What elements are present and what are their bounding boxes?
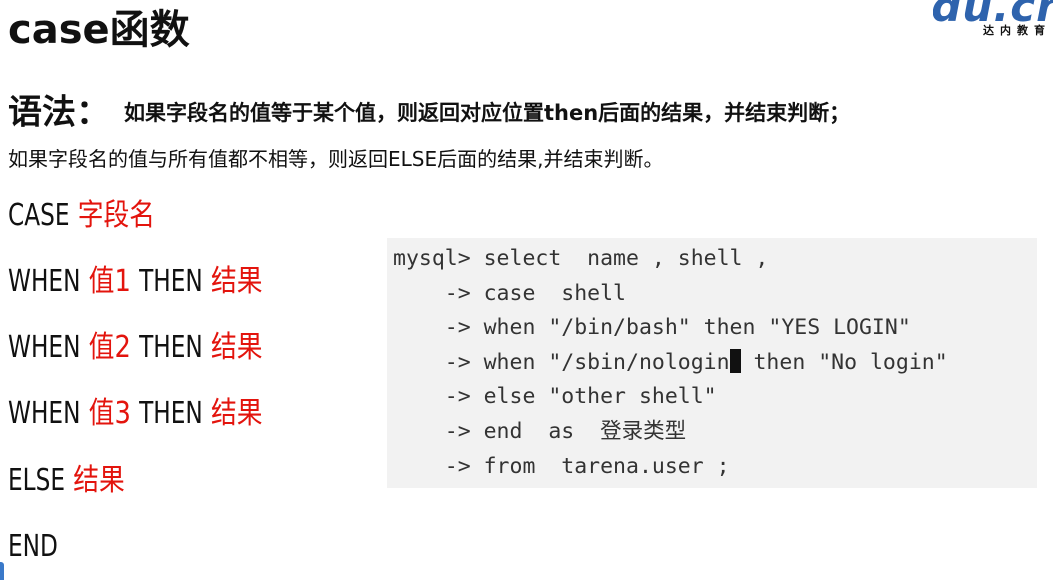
- when-result-2: 结果: [210, 330, 263, 365]
- when-line-1: WHEN 值1 THEN 结果: [8, 262, 263, 302]
- syntax-text-1: 如果字段名的值等于某个值，则返回对应位置then后面的结果，并结束判断；: [124, 100, 851, 125]
- when-result-1: 结果: [210, 264, 263, 299]
- end-keyword: END: [8, 529, 58, 564]
- when-result-3: 结果: [210, 396, 263, 431]
- terminal-line: mysql> select name , shell ,: [393, 246, 769, 271]
- else-result: 结果: [73, 463, 125, 498]
- then-keyword: THEN: [139, 396, 203, 431]
- text-cursor: [729, 348, 741, 373]
- field-name: 字段名: [77, 198, 156, 233]
- mysql-terminal: mysql> select name , shell , -> case she…: [387, 238, 1037, 488]
- when-line-3: WHEN 值3 THEN 结果: [8, 394, 263, 434]
- else-keyword: ELSE: [8, 463, 66, 498]
- terminal-line: -> case shell: [393, 280, 626, 306]
- case-keyword: CASE: [8, 198, 70, 233]
- syntax-label: 语法：: [8, 92, 110, 133]
- when-value-1: 值1: [88, 264, 131, 299]
- terminal-text: then "No login": [740, 349, 948, 375]
- when-value-2: 值2: [88, 330, 131, 365]
- when-line-2: WHEN 值2 THEN 结果: [8, 328, 263, 368]
- when-keyword: WHEN: [8, 396, 81, 431]
- terminal-line: -> from tarena.user ;: [393, 453, 730, 479]
- terminal-text: -> when "/sbin/nologin: [393, 349, 730, 375]
- terminal-line: -> when "/bin/bash" then "YES LOGIN": [393, 315, 911, 341]
- slide-edge-decoration: [0, 562, 4, 580]
- then-keyword: THEN: [139, 264, 203, 299]
- case-line: CASE 字段名: [8, 196, 155, 236]
- then-keyword: THEN: [139, 330, 203, 365]
- tedu-logo: Tedu.cn 达内教育: [933, 0, 1053, 40]
- syntax-line-2: 如果字段名的值与所有值都不相等，则返回ELSE后面的结果,并结束判断。: [8, 147, 664, 171]
- when-keyword: WHEN: [8, 264, 81, 299]
- else-line: ELSE 结果: [8, 461, 125, 501]
- terminal-line: -> when "/sbin/nologin then "No login": [393, 346, 1037, 381]
- when-keyword: WHEN: [8, 330, 81, 365]
- syntax-line-1: 语法： 如果字段名的值等于某个值，则返回对应位置then后面的结果，并结束判断；: [8, 90, 850, 135]
- page-title: case函数: [8, 7, 190, 53]
- terminal-line: -> end as 登录类型: [393, 418, 687, 444]
- when-value-3: 值3: [88, 396, 131, 431]
- logo-subtitle: 达内教育: [983, 24, 1051, 37]
- terminal-line: -> else "other shell": [393, 384, 717, 410]
- end-line: END: [8, 527, 58, 567]
